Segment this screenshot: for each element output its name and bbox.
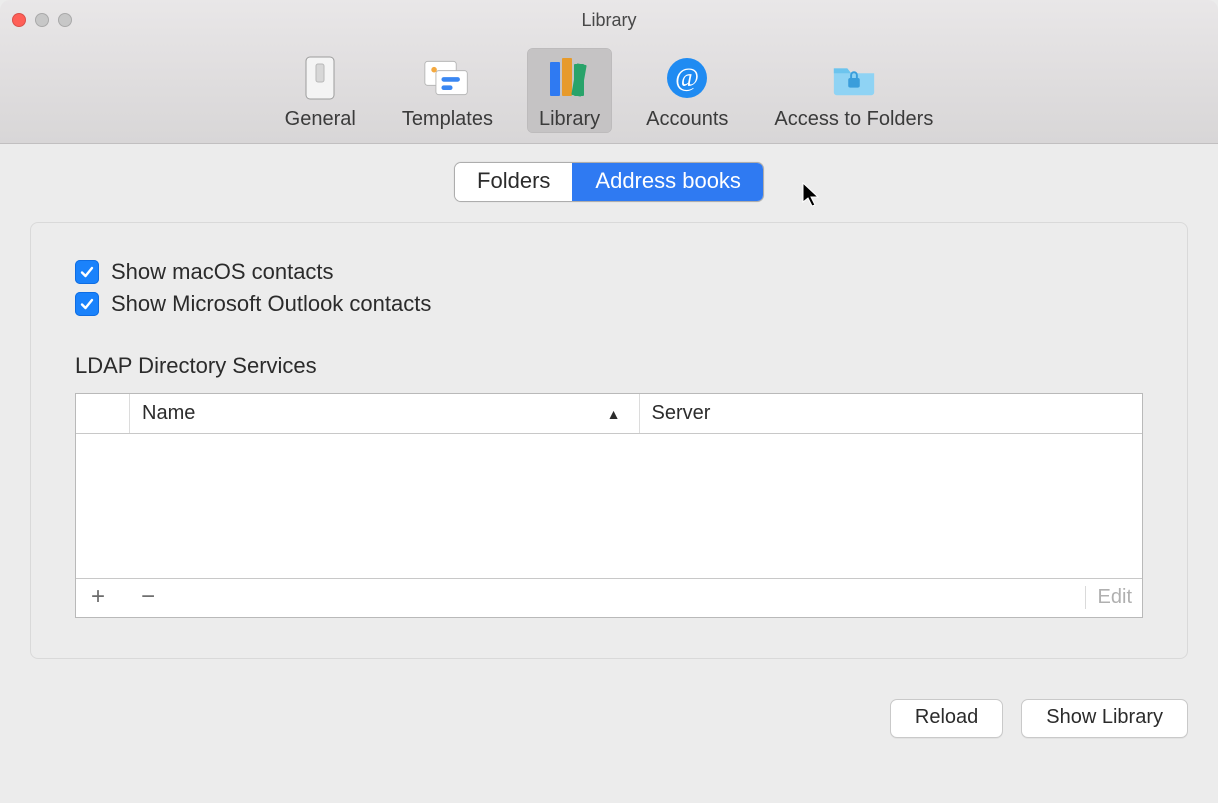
preferences-toolbar: General Templates [0, 40, 1218, 144]
zoom-icon[interactable] [58, 13, 72, 27]
toolbar-item-templates[interactable]: Templates [390, 48, 505, 133]
toolbar-label: Library [539, 108, 600, 131]
window-title: Library [0, 10, 1218, 31]
toolbar-label: Accounts [646, 108, 728, 131]
show-library-button[interactable]: Show Library [1021, 699, 1188, 738]
toolbar-label: Access to Folders [774, 108, 933, 131]
templates-icon [423, 54, 471, 102]
show-outlook-contacts[interactable]: Show Microsoft Outlook contacts [75, 291, 1143, 317]
toolbar-label: General [285, 108, 356, 131]
tab-address-books[interactable]: Address books [572, 163, 763, 201]
table-footer: + − Edit [76, 578, 1142, 617]
ldap-table: Name ▲ Server + − Edit [75, 393, 1143, 618]
main-area: Folders Address books Show macOS contact… [0, 144, 1218, 803]
reload-button[interactable]: Reload [890, 699, 1003, 738]
tab-folders[interactable]: Folders [455, 163, 572, 201]
close-icon[interactable] [12, 13, 26, 27]
checkbox-checked-icon [75, 260, 99, 284]
checkbox-label: Show macOS contacts [111, 259, 334, 285]
toolbar-item-library[interactable]: Library [527, 48, 612, 133]
footer-buttons: Reload Show Library [30, 699, 1188, 738]
toolbar-label: Templates [402, 108, 493, 131]
accounts-icon: @ [663, 54, 711, 102]
toolbar-item-accounts[interactable]: @ Accounts [634, 48, 740, 133]
minimize-icon[interactable] [35, 13, 49, 27]
general-icon [296, 54, 344, 102]
checkbox-label: Show Microsoft Outlook contacts [111, 291, 431, 317]
preferences-window: Library General Template [0, 0, 1218, 803]
address-books-panel: Show macOS contacts Show Microsoft Outlo… [30, 222, 1188, 659]
window-controls [12, 13, 72, 27]
title-bar: Library [0, 0, 1218, 40]
table-body[interactable] [76, 434, 1142, 578]
table-header: Name ▲ Server [76, 394, 1142, 434]
cursor-icon [802, 182, 822, 208]
checkbox-checked-icon [75, 292, 99, 316]
column-name[interactable]: Name ▲ [130, 394, 640, 433]
tab-selector: Folders Address books [30, 162, 1188, 202]
remove-button[interactable]: − [136, 585, 160, 609]
column-server[interactable]: Server [640, 394, 1143, 433]
toolbar-item-general[interactable]: General [273, 48, 368, 133]
folder-lock-icon [830, 54, 878, 102]
edit-button[interactable]: Edit [1085, 586, 1132, 609]
ldap-heading: LDAP Directory Services [75, 353, 1143, 379]
sort-asc-icon: ▲ [607, 406, 621, 422]
add-button[interactable]: + [86, 585, 110, 609]
library-icon [546, 54, 594, 102]
column-label: Name [142, 402, 195, 425]
svg-text:@: @ [675, 63, 699, 92]
column-handle[interactable] [76, 394, 130, 433]
column-label: Server [652, 402, 711, 425]
toolbar-item-access[interactable]: Access to Folders [762, 48, 945, 133]
show-macos-contacts[interactable]: Show macOS contacts [75, 259, 1143, 285]
